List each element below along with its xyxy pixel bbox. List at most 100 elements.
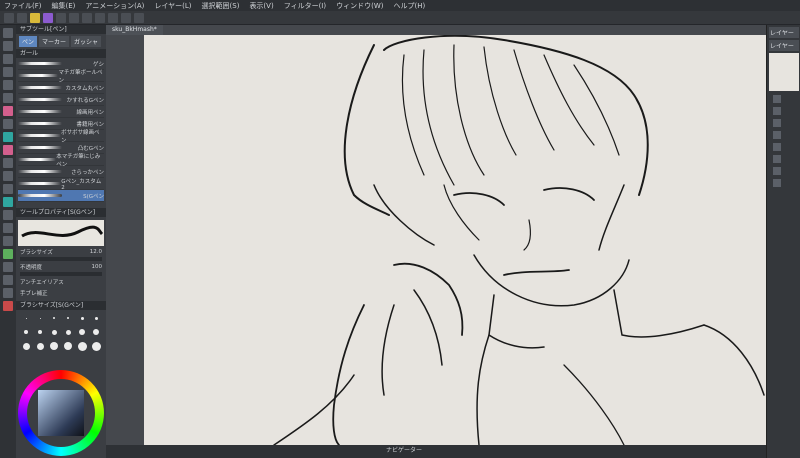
size-preset[interactable] (20, 312, 32, 324)
move-icon[interactable] (3, 41, 13, 51)
assets-icon[interactable] (43, 12, 53, 23)
brush-size-row[interactable]: ブラシサイズ 12.0 (18, 246, 104, 257)
size-preset[interactable] (20, 340, 32, 352)
brush-item-selected[interactable]: S(Gペン (18, 190, 104, 202)
stroke-preview (18, 146, 62, 149)
size-preset[interactable] (34, 312, 46, 324)
balloon-icon[interactable] (3, 275, 13, 285)
size-preset[interactable] (20, 326, 32, 338)
size-preset[interactable] (34, 326, 46, 338)
airbrush-icon[interactable] (3, 145, 13, 155)
menu-animation[interactable]: アニメーション(A) (85, 1, 144, 11)
opacity-row[interactable]: 不透明度 100 (18, 261, 104, 272)
eraser-icon[interactable] (3, 171, 13, 181)
canvas[interactable] (144, 35, 766, 445)
size-preset[interactable] (76, 326, 88, 338)
tool-property-title: ツールプロパティ[S(Gペン] (16, 208, 106, 217)
document-tab[interactable]: sku_BkHmash* (106, 25, 163, 35)
navigator-thumbnail[interactable] (769, 53, 799, 91)
clear-icon[interactable] (82, 12, 92, 23)
layer-icon[interactable] (773, 107, 781, 115)
size-preset[interactable] (76, 312, 88, 324)
pencil-icon[interactable] (3, 119, 13, 129)
ruler-tool-icon[interactable] (3, 249, 13, 259)
layer-icon[interactable] (773, 167, 781, 175)
decoration-icon[interactable] (3, 158, 13, 168)
brush-item[interactable]: Gペン_カスタム2 (18, 178, 104, 191)
stroke-preview-svg (21, 225, 104, 238)
figure-icon[interactable] (3, 223, 13, 233)
correct-line-icon[interactable] (3, 288, 13, 298)
blend-icon[interactable] (3, 184, 13, 194)
menu-selection[interactable]: 選択範囲(S) (202, 1, 240, 11)
eyedropper-icon[interactable] (3, 93, 13, 103)
brush-item[interactable]: 線画用ペン (18, 106, 104, 118)
stroke-preview (18, 194, 62, 197)
layer-icon[interactable] (773, 155, 781, 163)
gradient-icon[interactable] (3, 210, 13, 220)
brush-group-label: ガ一ル (16, 49, 106, 58)
size-preset[interactable] (62, 312, 74, 324)
layer-icon[interactable] (773, 119, 781, 127)
tab-marker[interactable]: マーカー (39, 36, 70, 47)
antialias-row[interactable]: アンチエイリアス (18, 276, 104, 287)
menu-view[interactable]: 表示(V) (249, 1, 273, 11)
size-preset[interactable] (48, 312, 60, 324)
menu-window[interactable]: ウィンドウ(W) (336, 1, 383, 11)
size-preset[interactable] (62, 326, 74, 338)
brush-item[interactable]: かすれるGペン (18, 94, 104, 106)
fill-icon[interactable] (3, 197, 13, 207)
operation-icon[interactable] (3, 54, 13, 64)
brush-list: ゲシ マチガ筆ボールペン カスタム丸ペン かすれるGペン 線画用ペン 書籍用ペン… (16, 58, 106, 202)
ruler-icon[interactable] (134, 12, 144, 23)
brush-item[interactable]: カスタム丸ペン (18, 82, 104, 94)
brush-item[interactable]: 本マチガ筆にじみペン (18, 154, 104, 168)
pen-icon[interactable] (3, 106, 13, 116)
menu-edit[interactable]: 編集(E) (52, 1, 76, 11)
main-color-icon[interactable] (3, 301, 13, 311)
deselect-icon[interactable] (108, 12, 118, 23)
layer-icon[interactable] (773, 95, 781, 103)
menu-layer[interactable]: レイヤー(L) (154, 1, 191, 11)
stabilize-row[interactable]: 手ブレ補正 (18, 287, 104, 298)
select-icon[interactable] (3, 67, 13, 77)
size-preset[interactable] (48, 340, 60, 352)
tab-pen[interactable]: ペン (19, 36, 38, 47)
size-preset[interactable] (90, 340, 102, 352)
layer-icon[interactable] (773, 179, 781, 187)
save-icon[interactable] (30, 12, 40, 23)
tool-property-panel: ブラシサイズ 12.0 不透明度 100 アンチエイリアス 手ブレ補正 (18, 220, 104, 298)
snap-icon[interactable] (121, 12, 131, 23)
redo-icon[interactable] (69, 12, 79, 23)
size-preset[interactable] (48, 326, 60, 338)
size-preset[interactable] (34, 340, 46, 352)
color-wheel[interactable] (18, 370, 104, 456)
size-preset[interactable] (90, 326, 102, 338)
menu-file[interactable]: ファイル(F) (4, 1, 42, 11)
menu-filter[interactable]: フィルター(I) (284, 1, 326, 11)
zoom-icon[interactable] (3, 28, 13, 38)
stroke-preview (18, 74, 59, 77)
open-icon[interactable] (17, 12, 27, 23)
layer-icon[interactable] (773, 143, 781, 151)
color-square[interactable] (38, 390, 84, 436)
undo-icon[interactable] (56, 12, 66, 23)
menu-bar: ファイル(F) 編集(E) アニメーション(A) レイヤー(L) 選択範囲(S)… (0, 0, 800, 11)
right-tab-1[interactable]: レイヤー (769, 27, 799, 38)
size-preset[interactable] (62, 340, 74, 352)
size-preset[interactable] (76, 340, 88, 352)
layer-icon[interactable] (773, 131, 781, 139)
new-icon[interactable] (4, 12, 14, 23)
frame-icon[interactable] (3, 236, 13, 246)
lasso-icon[interactable] (3, 80, 13, 90)
size-preset[interactable] (90, 312, 102, 324)
text-icon[interactable] (3, 262, 13, 272)
tab-third[interactable]: ガッシャ (71, 36, 102, 47)
stroke-preview (18, 98, 62, 101)
brush-item[interactable]: ボサボサ線画ペン (18, 130, 104, 144)
right-tab-2[interactable]: レイヤー (769, 40, 799, 51)
brush-icon[interactable] (3, 132, 13, 142)
menu-help[interactable]: ヘルプ(H) (393, 1, 425, 11)
transform-icon[interactable] (95, 12, 105, 23)
brush-item[interactable]: マチガ筆ボールペン (18, 70, 104, 84)
